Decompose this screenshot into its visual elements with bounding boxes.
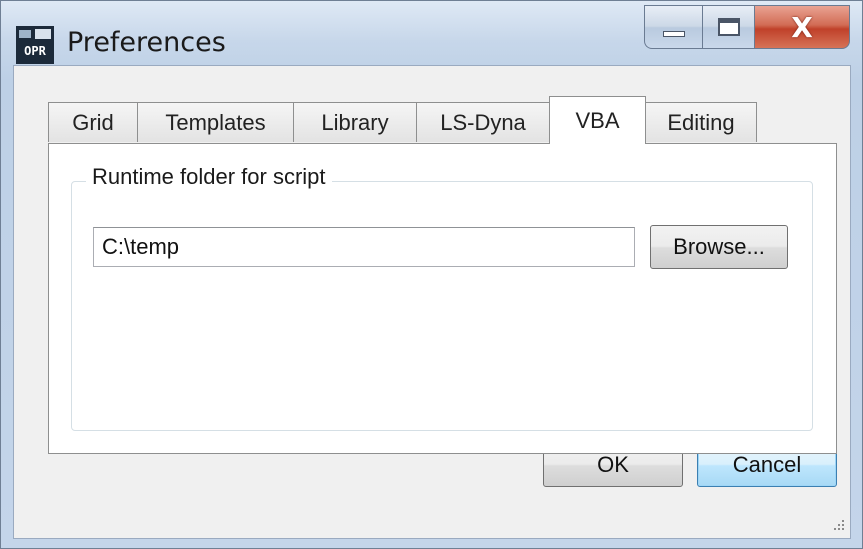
runtime-folder-groupbox: Runtime folder for script [71, 164, 813, 431]
runtime-folder-group-label: Runtime folder for script [86, 164, 332, 190]
close-icon: X [791, 10, 813, 44]
tab-vba[interactable]: VBA [549, 96, 646, 144]
runtime-folder-input[interactable]: C:\temp [93, 227, 635, 267]
tab-templates[interactable]: Templates [137, 102, 294, 142]
maximize-icon [717, 18, 740, 36]
tab-library[interactable]: Library [293, 102, 417, 142]
maximize-button[interactable] [702, 5, 754, 49]
tab-editing[interactable]: Editing [645, 102, 757, 142]
tab-ls-dyna[interactable]: LS-Dyna [416, 102, 550, 142]
vba-tab-panel: Runtime folder for script C:\temp Browse… [48, 143, 837, 454]
minimize-icon [662, 31, 685, 37]
opr-app-icon: OPR [16, 26, 54, 64]
caption-buttons: X [644, 5, 850, 49]
resize-grip-icon[interactable] [828, 516, 846, 534]
minimize-button[interactable] [644, 5, 702, 49]
browse-button[interactable]: Browse... [650, 225, 788, 269]
close-button[interactable]: X [754, 5, 850, 49]
preferences-window: OPR Preferences X Grid Templates Library… [0, 0, 863, 549]
svg-text:OPR: OPR [24, 44, 46, 58]
window-title: Preferences [67, 27, 226, 58]
tab-grid[interactable]: Grid [48, 102, 138, 142]
dialog-client-area: Grid Templates Library LS-Dyna VBA Editi… [13, 65, 851, 539]
